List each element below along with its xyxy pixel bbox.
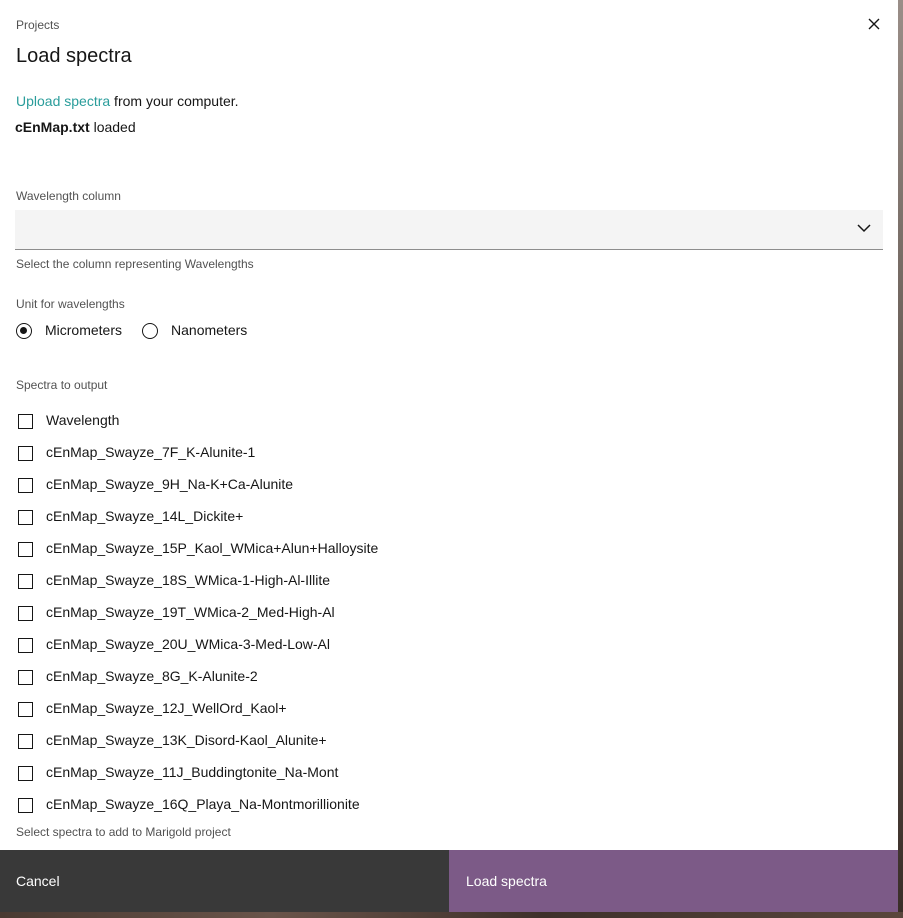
- background-bottom: [0, 912, 903, 918]
- unit-label: Unit for wavelengths: [16, 297, 125, 311]
- checkbox-label: cEnMap_Swayze_18S_WMica-1-High-Al-Illite: [46, 572, 330, 588]
- file-loaded-status: cEnMap.txt loaded: [15, 118, 136, 136]
- upload-line: Upload spectra from your computer.: [16, 92, 239, 110]
- radio-label: Micrometers: [45, 321, 123, 338]
- radio-micrometers[interactable]: Micrometers: [16, 320, 122, 339]
- checkbox-item[interactable]: Wavelength: [18, 404, 378, 436]
- checkbox[interactable]: [18, 670, 33, 685]
- checkbox[interactable]: [18, 798, 33, 813]
- checkbox-item[interactable]: cEnMap_Swayze_19T_WMica-2_Med-High-Al: [18, 596, 378, 628]
- checkbox-item[interactable]: cEnMap_Swayze_8G_K-Alunite-2: [18, 660, 378, 692]
- radio-button[interactable]: [142, 323, 159, 339]
- checkbox-label: Wavelength: [46, 412, 120, 428]
- checkbox-label: cEnMap_Swayze_7F_K-Alunite-1: [46, 444, 256, 460]
- checkbox[interactable]: [18, 702, 33, 717]
- radio-label: Nanometers: [171, 321, 248, 338]
- checkbox-label: cEnMap_Swayze_19T_WMica-2_Med-High-Al: [46, 604, 335, 620]
- checkbox-label: cEnMap_Swayze_8G_K-Alunite-2: [46, 668, 258, 684]
- load-spectra-button[interactable]: Load spectra: [449, 850, 898, 912]
- modal-title: Load spectra: [16, 45, 132, 67]
- checkbox-item[interactable]: cEnMap_Swayze_11J_Buddingtonite_Na-Mont: [18, 756, 378, 788]
- close-icon: [868, 18, 880, 30]
- checkbox[interactable]: [18, 510, 33, 525]
- checkbox-item[interactable]: cEnMap_Swayze_18S_WMica-1-High-Al-Illite: [18, 564, 378, 596]
- checkbox[interactable]: [18, 478, 33, 493]
- checkbox[interactable]: [18, 606, 33, 621]
- checkbox-item[interactable]: cEnMap_Swayze_7F_K-Alunite-1: [18, 436, 378, 468]
- upload-spectra-link[interactable]: Upload spectra: [16, 93, 110, 109]
- checkbox-label: cEnMap_Swayze_20U_WMica-3-Med-Low-Al: [46, 636, 330, 652]
- loaded-file-status: loaded: [89, 119, 136, 135]
- checkbox-item[interactable]: cEnMap_Swayze_16Q_Playa_Na-Montmorillion…: [18, 788, 378, 820]
- checkbox-item[interactable]: cEnMap_Swayze_13K_Disord-Kaol_Alunite+: [18, 724, 378, 756]
- spectra-checklist: Wavelength cEnMap_Swayze_7F_K-Alunite-1 …: [18, 404, 378, 820]
- unit-radio-group: Micrometers Nanometers: [16, 320, 267, 339]
- spectra-helper: Select spectra to add to Marigold projec…: [16, 825, 231, 839]
- checkbox-label: cEnMap_Swayze_9H_Na-K+Ca-Alunite: [46, 476, 294, 492]
- checkbox-label: cEnMap_Swayze_13K_Disord-Kaol_Alunite+: [46, 732, 327, 748]
- checkbox-item[interactable]: cEnMap_Swayze_9H_Na-K+Ca-Alunite: [18, 468, 378, 500]
- checkbox-label: cEnMap_Swayze_15P_Kaol_WMica+Alun+Halloy…: [46, 540, 379, 556]
- checkbox[interactable]: [18, 446, 33, 461]
- checkbox[interactable]: [18, 638, 33, 653]
- upload-suffix: from your computer.: [110, 93, 239, 109]
- checkbox-item[interactable]: cEnMap_Swayze_20U_WMica-3-Med-Low-Al: [18, 628, 378, 660]
- checkbox-label: cEnMap_Swayze_11J_Buddingtonite_Na-Mont: [46, 764, 339, 780]
- checkbox-item[interactable]: cEnMap_Swayze_15P_Kaol_WMica+Alun+Halloy…: [18, 532, 378, 564]
- modal-header: Projects Load spectra: [16, 18, 132, 68]
- close-button[interactable]: [862, 12, 886, 36]
- checkbox[interactable]: [18, 766, 33, 781]
- checkbox-label: cEnMap_Swayze_12J_WellOrd_Kaol+: [46, 700, 287, 716]
- checkbox[interactable]: [18, 574, 33, 589]
- chevron-down-icon: [857, 224, 871, 233]
- spectra-label: Spectra to output: [16, 378, 108, 392]
- wavelength-column-helper: Select the column representing Wavelengt…: [16, 257, 254, 271]
- checkbox[interactable]: [18, 734, 33, 749]
- checkbox-item[interactable]: cEnMap_Swayze_12J_WellOrd_Kaol+: [18, 692, 378, 724]
- wavelength-column-select[interactable]: [15, 210, 883, 250]
- loaded-file-name: cEnMap.txt: [15, 119, 90, 135]
- modal-eyebrow: Projects: [16, 18, 60, 32]
- checkbox[interactable]: [18, 414, 33, 429]
- background-strip: [898, 0, 903, 918]
- checkbox-label: cEnMap_Swayze_16Q_Playa_Na-Montmorillion…: [46, 796, 360, 812]
- wavelength-column-label: Wavelength column: [16, 189, 121, 203]
- radio-nanometers[interactable]: Nanometers: [142, 320, 247, 339]
- checkbox-item[interactable]: cEnMap_Swayze_14L_Dickite+: [18, 500, 378, 532]
- radio-button[interactable]: [16, 323, 32, 339]
- checkbox-label: cEnMap_Swayze_14L_Dickite+: [46, 508, 244, 524]
- checkbox[interactable]: [18, 542, 33, 557]
- load-spectra-modal: Projects Load spectra Upload spectra fro…: [0, 0, 898, 912]
- modal-footer: Cancel Load spectra: [0, 850, 898, 912]
- cancel-button[interactable]: Cancel: [0, 850, 449, 912]
